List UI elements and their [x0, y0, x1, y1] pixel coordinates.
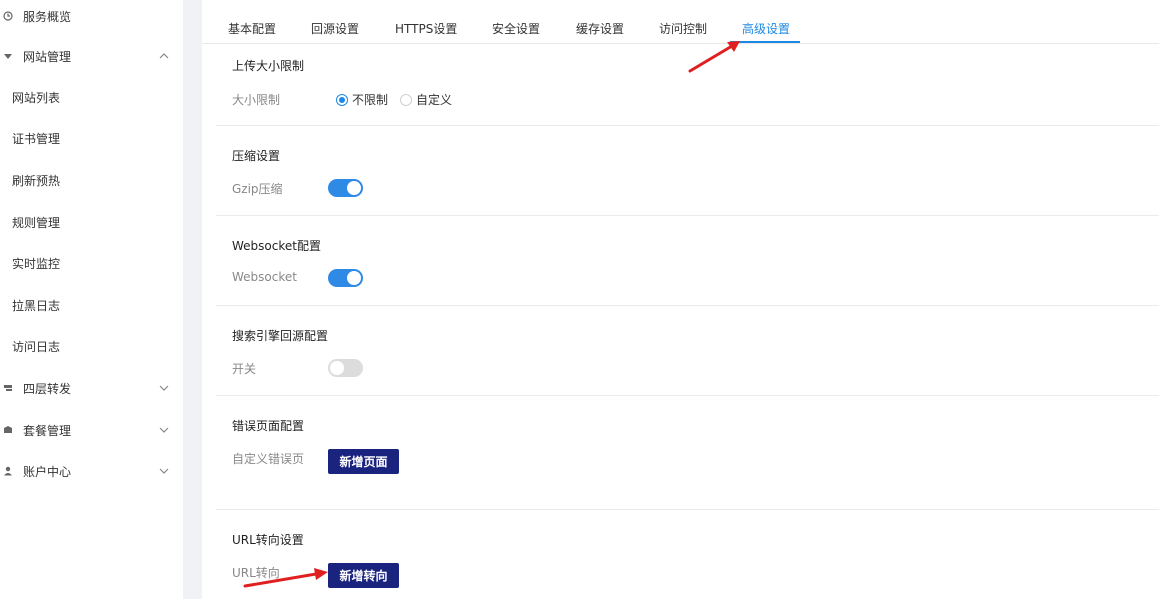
gzip-toggle[interactable]	[328, 179, 363, 197]
section-title: 错误页面配置	[232, 419, 305, 433]
chevron-up-icon	[159, 51, 169, 62]
add-redirect-button[interactable]: 新增转向	[328, 563, 399, 588]
sidebar-item-overview[interactable]: 服务概览	[0, 0, 183, 36]
sidebar-item-label: 服务概览	[23, 9, 72, 24]
clock-icon	[3, 11, 13, 21]
row-label: 大小限制	[232, 93, 281, 107]
section-websocket: Websocket配置 Websocket	[216, 216, 1159, 306]
tab-basic-config[interactable]: 基本配置	[228, 20, 276, 37]
sidebar-item-label: 账户中心	[23, 464, 72, 479]
chevron-down-icon	[159, 425, 169, 436]
sidebar-subitem-access-log[interactable]: 访问日志	[12, 331, 60, 361]
seo-toggle[interactable]	[328, 359, 363, 377]
sidebar-item-label: 四层转发	[23, 381, 72, 396]
toggle-knob	[330, 361, 344, 375]
sidebar-subitem-cert-management[interactable]: 证书管理	[12, 123, 60, 153]
active-tab-indicator	[730, 41, 800, 43]
radio-dot	[400, 93, 412, 106]
tab-origin-settings[interactable]: 回源设置	[311, 20, 359, 37]
section-seo-origin: 搜索引擎回源配置 开关	[216, 306, 1159, 396]
section-title: 上传大小限制	[232, 59, 305, 73]
row-label: Websocket	[232, 270, 297, 284]
section-upload-limit: 上传大小限制 大小限制 不限制 自定义	[216, 44, 1159, 126]
package-icon	[3, 425, 13, 435]
section-title: URL转向设置	[232, 533, 304, 547]
sidebar-subitem-site-list[interactable]: 网站列表	[12, 82, 60, 112]
row-label: 自定义错误页	[232, 452, 305, 466]
sidebar-subitem-refresh-preheat[interactable]: 刷新预热	[12, 165, 60, 195]
section-title: 压缩设置	[232, 149, 281, 163]
section-title: Websocket配置	[232, 239, 321, 253]
chevron-down-icon	[159, 466, 169, 477]
websocket-toggle[interactable]	[328, 269, 363, 287]
tab-security-settings[interactable]: 安全设置	[492, 20, 540, 37]
section-error-page: 错误页面配置 自定义错误页 新增页面	[216, 396, 1159, 510]
layout-gap	[183, 0, 202, 599]
section-title: 搜索引擎回源配置	[232, 329, 329, 343]
add-page-button[interactable]: 新增页面	[328, 449, 399, 474]
section-compression: 压缩设置 Gzip压缩	[216, 126, 1159, 216]
sidebar-subitem-rule-management[interactable]: 规则管理	[12, 207, 60, 237]
tab-access-control[interactable]: 访问控制	[659, 20, 707, 37]
sidebar-item-label: 套餐管理	[23, 423, 72, 438]
chevron-down-icon	[159, 383, 169, 394]
tab-bar: 基本配置 回源设置 HTTPS设置 安全设置 缓存设置 访问控制 高级设置	[202, 0, 1159, 44]
sidebar-item-account-center[interactable]: 账户中心	[0, 451, 183, 491]
sidebar-item-layer4-forward[interactable]: 四层转发	[0, 368, 183, 408]
radio-label: 不限制	[352, 93, 389, 107]
sidebar-item-label: 网站管理	[23, 49, 72, 64]
sidebar-item-package-management[interactable]: 套餐管理	[0, 410, 183, 450]
row-label: URL转向	[232, 566, 280, 580]
radio-label: 自定义	[416, 93, 453, 107]
toggle-knob	[347, 181, 361, 195]
section-url-redirect: URL转向设置 URL转向 新增转向	[216, 510, 1159, 599]
sidebar-item-site-management[interactable]: 网站管理	[0, 36, 183, 76]
sidebar-subitem-realtime-monitor[interactable]: 实时监控	[12, 248, 60, 278]
sidebar: 服务概览 网站管理 网站列表 证书管理 刷新预热 规则管理 实时监控 拉黑日志 …	[0, 0, 183, 599]
tab-https-settings[interactable]: HTTPS设置	[395, 20, 457, 37]
radio-unlimited[interactable]: 不限制	[336, 91, 388, 108]
row-label: Gzip压缩	[232, 182, 283, 196]
tab-advanced-settings[interactable]: 高级设置	[742, 20, 790, 37]
row-label: 开关	[232, 362, 257, 376]
radio-custom[interactable]: 自定义	[400, 91, 452, 108]
forward-icon	[3, 383, 13, 393]
toggle-knob	[347, 271, 361, 285]
tab-cache-settings[interactable]: 缓存设置	[576, 20, 624, 37]
main-panel: 基本配置 回源设置 HTTPS设置 安全设置 缓存设置 访问控制 高级设置 上传…	[202, 0, 1159, 599]
sidebar-subitem-block-log[interactable]: 拉黑日志	[12, 290, 60, 320]
radio-dot	[336, 93, 348, 106]
user-icon	[3, 466, 13, 476]
globe-icon	[3, 51, 13, 61]
